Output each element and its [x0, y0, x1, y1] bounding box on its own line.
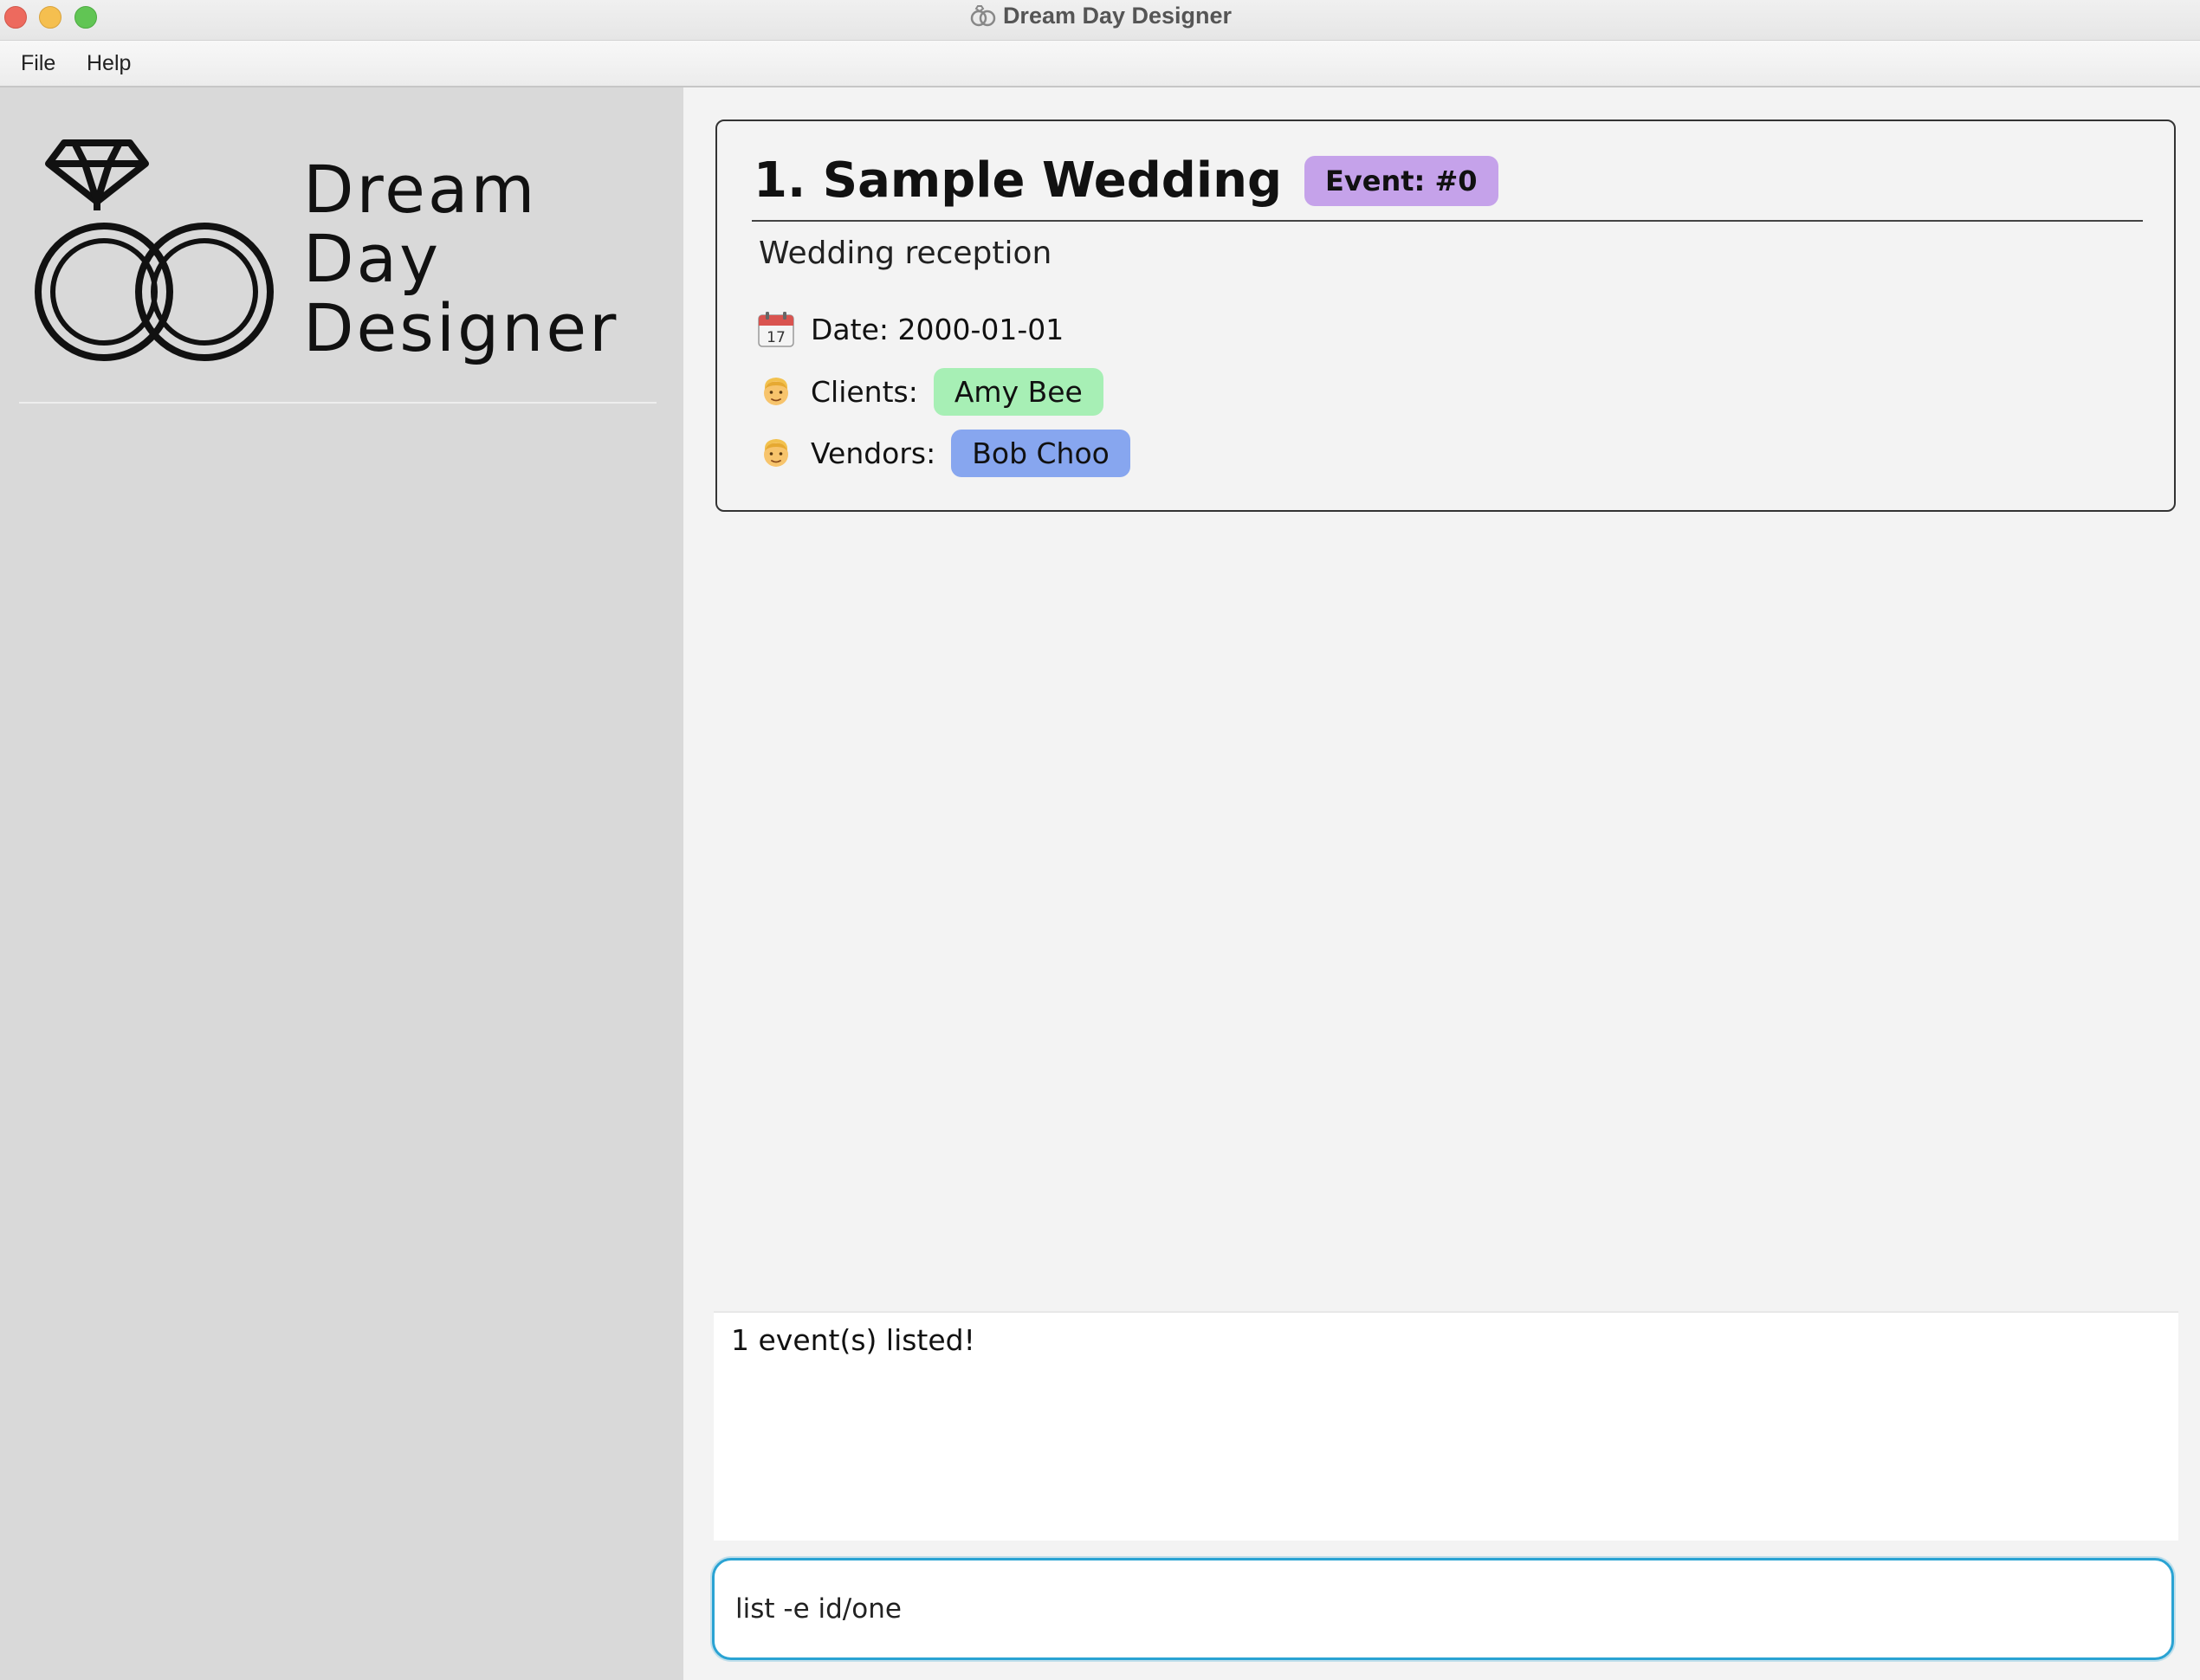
event-date: Date: 2000-01-01 — [811, 312, 1064, 346]
menu-help[interactable]: Help — [87, 51, 131, 76]
sidebar-divider — [19, 402, 657, 404]
event-vendors-row: Vendors: Bob Choo — [757, 430, 1130, 477]
command-box[interactable] — [712, 1558, 2174, 1660]
wedding-rings-icon — [35, 139, 274, 361]
vendor-chip: Bob Choo — [951, 430, 1130, 477]
event-id-badge: Event: #0 — [1304, 155, 1498, 206]
svg-text:17: 17 — [767, 329, 786, 346]
vendors-label: Vendors: — [811, 436, 936, 470]
result-message: 1 event(s) listed! — [731, 1323, 975, 1357]
window-titlebar: Dream Day Designer — [0, 0, 2200, 41]
sidebar: Dream Day Designer — [0, 87, 683, 1680]
clients-label: Clients: — [811, 375, 918, 409]
logo-line-2: Day — [303, 220, 442, 297]
wedding-rings-icon — [970, 5, 996, 27]
event-divider — [752, 220, 2143, 222]
menu-bar: File Help — [0, 41, 2200, 87]
main-panel: 1. Sample Wedding Event: #0 Wedding rece… — [683, 87, 2200, 1680]
client-chip: Amy Bee — [933, 368, 1103, 416]
event-header: 1. Sample Wedding Event: #0 — [754, 152, 1498, 209]
window-title-wrap: Dream Day Designer — [0, 0, 2200, 31]
logo-line-3: Designer — [303, 289, 619, 366]
app-logo-text: Dream Day Designer — [303, 155, 618, 363]
calendar-icon: 17 — [758, 312, 794, 347]
event-clients-row: Clients: Amy Bee — [757, 368, 1103, 416]
event-date-row: 17 Date: 2000-01-01 — [757, 310, 1064, 348]
event-card[interactable]: 1. Sample Wedding Event: #0 Wedding rece… — [715, 120, 2176, 512]
person-icon — [764, 377, 788, 405]
result-display[interactable]: 1 event(s) listed! — [714, 1311, 2178, 1541]
menu-file[interactable]: File — [21, 51, 55, 76]
logo-line-1: Dream — [303, 151, 538, 228]
window-title: Dream Day Designer — [1002, 2, 1233, 29]
event-description: Wedding reception — [759, 236, 1052, 271]
command-input[interactable] — [735, 1590, 2139, 1628]
event-title: 1. Sample Wedding — [754, 152, 1283, 209]
person-icon — [764, 438, 788, 467]
